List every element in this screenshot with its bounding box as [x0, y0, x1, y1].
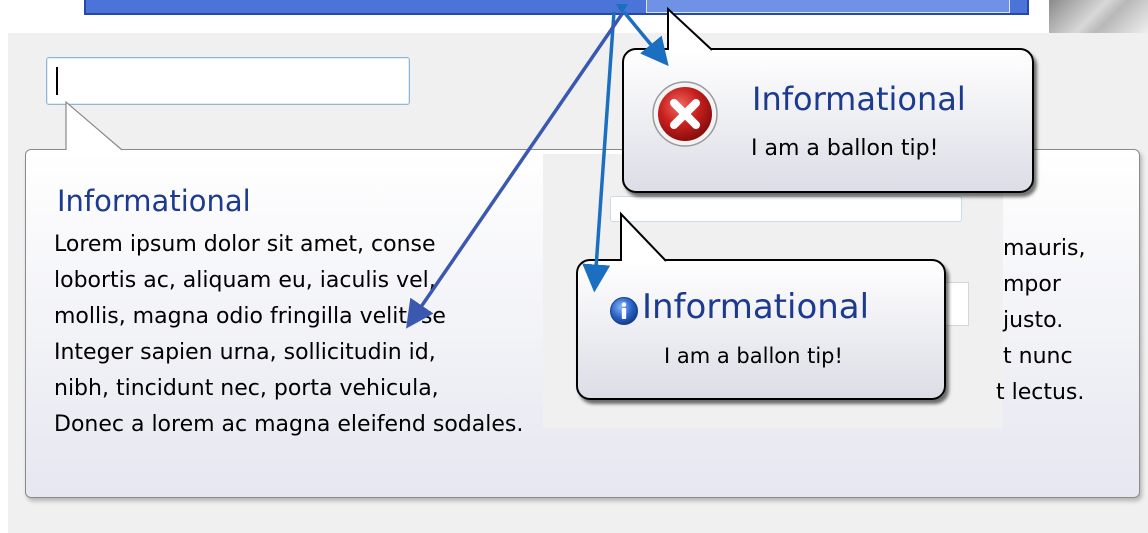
info-balloon-tail	[620, 211, 667, 262]
info-icon	[610, 297, 638, 325]
info-balloon-text: I am a ballon tip!	[664, 344, 843, 368]
info-balloon-title: Informational	[642, 287, 870, 327]
